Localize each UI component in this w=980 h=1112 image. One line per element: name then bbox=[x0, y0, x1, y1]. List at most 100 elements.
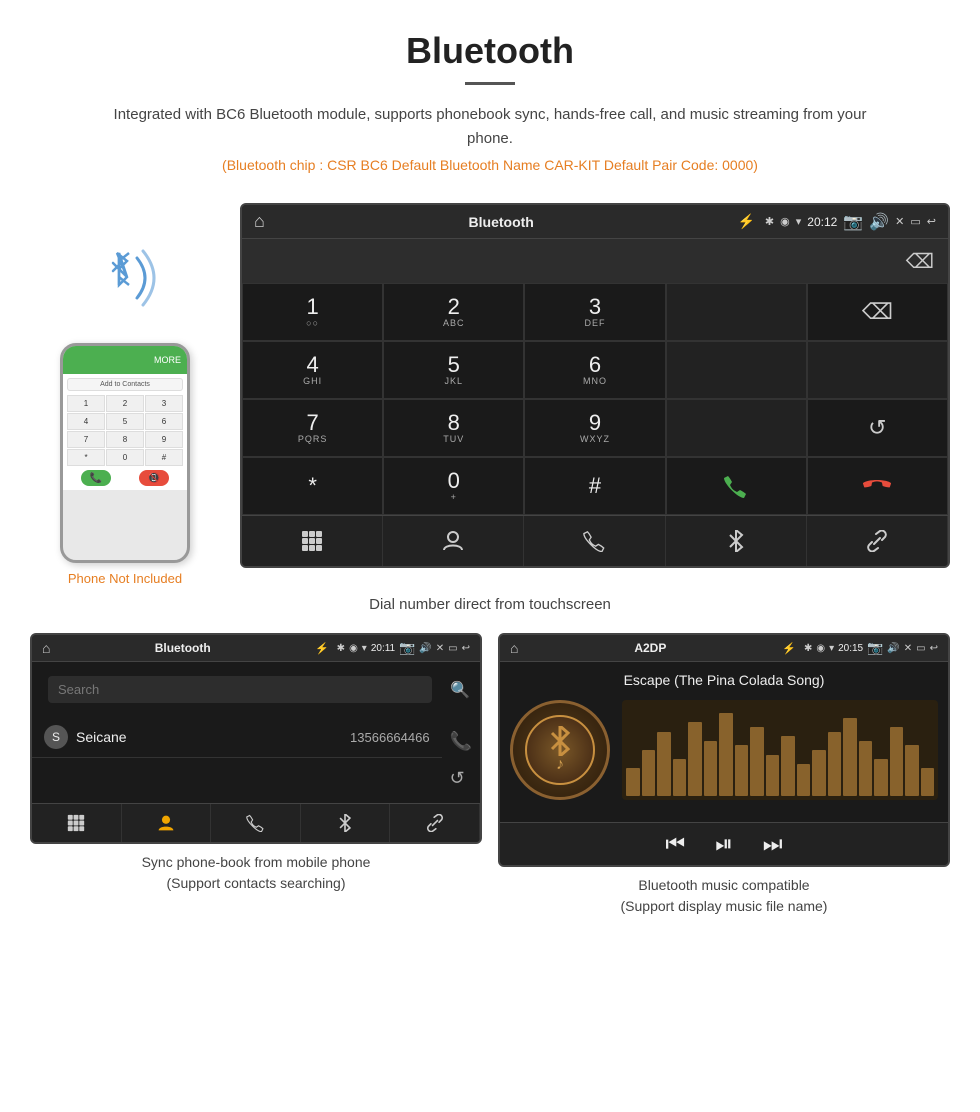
phone-end-icon bbox=[863, 472, 891, 500]
next-button[interactable]: ⏭ bbox=[763, 831, 783, 857]
dial-display: ⌫ bbox=[242, 239, 948, 283]
bluetooth-signal-area bbox=[85, 243, 165, 323]
phone-mockup: MORE Add to Contacts 1 2 3 4 5 6 7 8 9 *… bbox=[60, 343, 190, 563]
contact-row[interactable]: S Seicane 13566664466 bbox=[32, 717, 442, 758]
key-empty-4 bbox=[666, 399, 807, 457]
pb-nav-contacts[interactable] bbox=[122, 804, 212, 842]
pb-win[interactable]: ▭ bbox=[448, 643, 457, 654]
music-win[interactable]: ▭ bbox=[916, 643, 925, 654]
phonebook-search-row: Search 🔍 bbox=[32, 662, 480, 717]
music-cam[interactable]: 📷 bbox=[867, 640, 883, 656]
phonebook-usb-icon: ⚡ bbox=[315, 642, 329, 655]
key-empty-1 bbox=[666, 283, 807, 341]
contact-name: Seicane bbox=[76, 729, 342, 745]
phonebook-home-icon[interactable]: ⌂ bbox=[42, 640, 50, 656]
phone-key-1: 1 bbox=[67, 395, 105, 412]
key-6[interactable]: 6 MNO bbox=[524, 341, 665, 399]
music-screen: ⌂ A2DP ⚡ ✱ ◉ ▾ 20:15 📷 🔊 ✕ ▭ ↩ Escape (T… bbox=[498, 633, 950, 867]
key-call-red[interactable] bbox=[807, 457, 948, 515]
phonebook-title: Bluetooth bbox=[58, 641, 307, 655]
close-icon[interactable]: ✕ bbox=[895, 215, 904, 228]
music-usb-icon: ⚡ bbox=[782, 642, 796, 655]
key-3[interactable]: 3 DEF bbox=[524, 283, 665, 341]
pb-close[interactable]: ✕ bbox=[436, 643, 444, 654]
key-empty-3 bbox=[807, 341, 948, 399]
phone-not-included-label: Phone Not Included bbox=[68, 571, 182, 586]
pb-nav-dialpad[interactable] bbox=[32, 804, 122, 842]
phone-key-hash: # bbox=[145, 449, 183, 466]
nav-phone[interactable] bbox=[524, 516, 665, 566]
phone-top-bar-text: MORE bbox=[154, 355, 181, 365]
pb-vol[interactable]: 🔊 bbox=[419, 643, 431, 654]
nav-contacts[interactable] bbox=[383, 516, 524, 566]
key-1[interactable]: 1 ○○ bbox=[242, 283, 383, 341]
window-icon[interactable]: ▭ bbox=[910, 215, 920, 228]
bluetooth-status-icon: ✱ bbox=[765, 215, 774, 228]
search-icon[interactable]: 🔍 bbox=[450, 680, 470, 700]
music-vol[interactable]: 🔊 bbox=[887, 643, 899, 654]
pb-nav-link[interactable] bbox=[390, 804, 480, 842]
pb-nav-phone[interactable] bbox=[211, 804, 301, 842]
pb-bt-icon: ✱ bbox=[337, 643, 345, 654]
pb-cam[interactable]: 📷 bbox=[399, 640, 415, 656]
music-close[interactable]: ✕ bbox=[904, 643, 912, 654]
nav-dialpad[interactable] bbox=[242, 516, 383, 566]
phonebook-right-sidebar: 📞 ↺ bbox=[442, 717, 480, 803]
home-icon[interactable]: ⌂ bbox=[254, 211, 265, 232]
signal-icon: ▾ bbox=[796, 215, 802, 228]
back-icon[interactable]: ↩ bbox=[927, 215, 936, 228]
call-icon-sidebar[interactable]: 📞 bbox=[450, 731, 472, 752]
phone-key-star: * bbox=[67, 449, 105, 466]
key-5[interactable]: 5 JKL bbox=[383, 341, 524, 399]
key-0[interactable]: 0 + bbox=[383, 457, 524, 515]
key-2[interactable]: 2 ABC bbox=[383, 283, 524, 341]
volume-icon[interactable]: 🔊 bbox=[869, 212, 889, 232]
time-display: 20:12 bbox=[807, 215, 837, 229]
key-8[interactable]: 8 TUV bbox=[383, 399, 524, 457]
key-star[interactable]: * bbox=[242, 457, 383, 515]
contact-list: S Seicane 13566664466 bbox=[32, 717, 442, 803]
key-call-green[interactable] bbox=[666, 457, 807, 515]
key-sync[interactable]: ↺ bbox=[807, 399, 948, 457]
phonebook-item: ⌂ Bluetooth ⚡ ✱ ◉ ▾ 20:11 📷 🔊 ✕ ▭ ↩ bbox=[30, 633, 482, 921]
nav-link[interactable] bbox=[807, 516, 948, 566]
key-4[interactable]: 4 GHI bbox=[242, 341, 383, 399]
page-title: Bluetooth bbox=[20, 30, 960, 72]
key-empty-2 bbox=[666, 341, 807, 399]
phone-call-row: 📞 📵 bbox=[67, 470, 183, 486]
music-home-icon[interactable]: ⌂ bbox=[510, 640, 518, 656]
music-signal-icon: ▾ bbox=[829, 643, 834, 654]
usb-icon: ⚡ bbox=[737, 213, 754, 230]
keypad-grid: 1 ○○ 2 ABC 3 DEF ⌫ 4 GHI bbox=[242, 283, 948, 515]
phone-key-7: 7 bbox=[67, 431, 105, 448]
phone-key-3: 3 bbox=[145, 395, 183, 412]
backspace-button[interactable]: ⌫ bbox=[906, 249, 934, 274]
dial-screen: ⌂ Bluetooth ⚡ ✱ ◉ ▾ 20:12 📷 🔊 ✕ ▭ ↩ bbox=[240, 203, 950, 568]
bottom-row: ⌂ Bluetooth ⚡ ✱ ◉ ▾ 20:11 📷 🔊 ✕ ▭ ↩ bbox=[0, 633, 980, 921]
dial-bottom-nav bbox=[242, 515, 948, 566]
music-back[interactable]: ↩ bbox=[930, 643, 938, 654]
music-status: ✱ ◉ ▾ 20:15 📷 🔊 ✕ ▭ ↩ bbox=[804, 640, 938, 656]
location-icon: ◉ bbox=[780, 215, 790, 228]
phone-key-0: 0 bbox=[106, 449, 144, 466]
camera-icon[interactable]: 📷 bbox=[843, 212, 863, 232]
sync-icon-sidebar[interactable]: ↺ bbox=[450, 768, 472, 789]
play-pause-button[interactable]: ⏯ bbox=[715, 831, 733, 857]
key-backspace[interactable]: ⌫ bbox=[807, 283, 948, 341]
key-hash[interactable]: # bbox=[524, 457, 665, 515]
pb-back[interactable]: ↩ bbox=[462, 643, 470, 654]
key-9[interactable]: 9 WXYZ bbox=[524, 399, 665, 457]
music-song-title: Escape (The Pina Colada Song) bbox=[510, 672, 938, 688]
phonebook-search-box[interactable]: Search bbox=[48, 676, 432, 703]
album-art-inner: ♪ bbox=[525, 715, 595, 785]
music-controls: ⏮ ⏯ ⏭ bbox=[500, 822, 948, 865]
phone-call-red: 📵 bbox=[139, 470, 169, 486]
prev-button[interactable]: ⏮ bbox=[665, 831, 685, 857]
music-header: ⌂ A2DP ⚡ ✱ ◉ ▾ 20:15 📷 🔊 ✕ ▭ ↩ bbox=[500, 635, 948, 662]
phone-screen: Add to Contacts 1 2 3 4 5 6 7 8 9 * 0 # … bbox=[63, 374, 187, 490]
dial-screen-column: ⌂ Bluetooth ⚡ ✱ ◉ ▾ 20:12 📷 🔊 ✕ ▭ ↩ bbox=[240, 203, 950, 568]
key-7[interactable]: 7 PQRS bbox=[242, 399, 383, 457]
pb-nav-bluetooth[interactable] bbox=[301, 804, 391, 842]
dial-caption: Dial number direct from touchscreen bbox=[0, 596, 980, 613]
nav-bluetooth[interactable] bbox=[666, 516, 807, 566]
